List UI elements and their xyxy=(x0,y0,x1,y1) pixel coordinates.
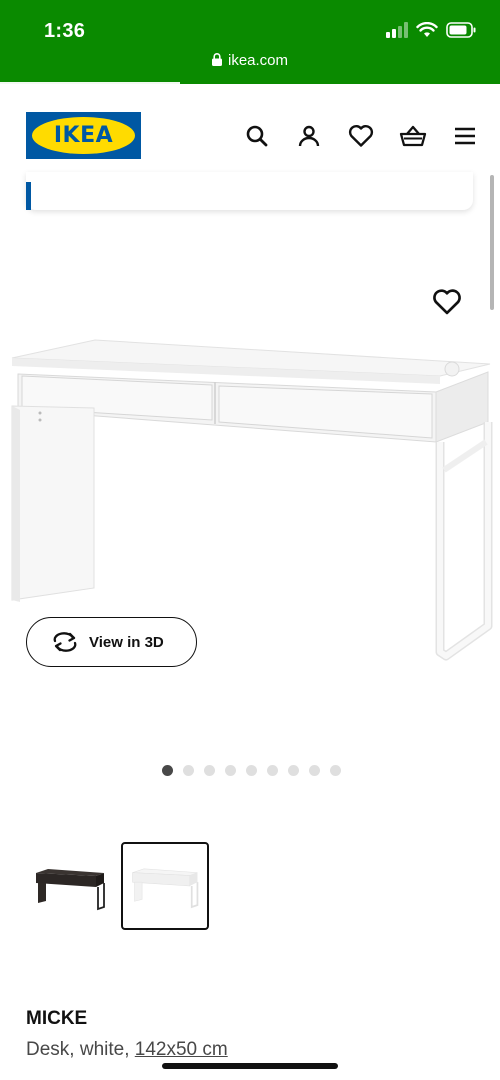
lock-icon xyxy=(211,53,222,66)
ikea-logo[interactable]: IKEA xyxy=(26,112,141,159)
product-type-color: Desk, white, xyxy=(26,1039,135,1060)
add-to-wishlist-heart-icon[interactable] xyxy=(432,288,462,318)
carousel-dot[interactable] xyxy=(309,765,320,776)
carousel-dot[interactable] xyxy=(288,765,299,776)
notice-banner xyxy=(26,172,473,210)
heart-icon[interactable] xyxy=(346,121,376,151)
view-in-3d-label: View in 3D xyxy=(89,633,164,651)
carousel-dot[interactable] xyxy=(330,765,341,776)
search-icon[interactable] xyxy=(242,121,272,151)
menu-icon[interactable] xyxy=(450,121,480,151)
carousel-dot[interactable] xyxy=(267,765,278,776)
product-description: Desk, white, 142x50 cm xyxy=(26,1039,228,1061)
page-scrollbar[interactable] xyxy=(490,175,494,310)
home-indicator[interactable] xyxy=(162,1063,338,1069)
status-time: 1:36 xyxy=(44,20,86,42)
image-carousel-dots[interactable] xyxy=(162,765,341,776)
variant-thumbnail-white-selected[interactable] xyxy=(121,842,209,930)
rotate-3d-icon xyxy=(53,632,77,652)
profile-icon[interactable] xyxy=(294,121,324,151)
status-bar: 1:36 ikea.com xyxy=(0,0,500,84)
carousel-dot[interactable] xyxy=(225,765,236,776)
carousel-dot[interactable] xyxy=(183,765,194,776)
view-in-3d-button[interactable]: View in 3D xyxy=(26,617,197,667)
carousel-dot[interactable] xyxy=(204,765,215,776)
product-name: MICKE xyxy=(26,1008,88,1029)
system-icons xyxy=(386,22,476,38)
carousel-dot[interactable] xyxy=(162,765,173,776)
logo-text: IKEA xyxy=(53,123,114,148)
notice-accent xyxy=(26,182,31,210)
header-actions xyxy=(242,121,480,151)
url-bar[interactable]: ikea.com xyxy=(0,52,500,69)
battery-icon xyxy=(446,22,476,38)
cellular-signal-icon xyxy=(386,22,408,38)
carousel-dot[interactable] xyxy=(246,765,257,776)
url-text: ikea.com xyxy=(227,52,289,69)
wifi-icon xyxy=(416,22,438,37)
variant-thumbnail-black-brown[interactable] xyxy=(26,843,114,931)
product-dimensions-link[interactable]: 142x50 cm xyxy=(135,1039,228,1060)
basket-icon[interactable] xyxy=(398,121,428,151)
